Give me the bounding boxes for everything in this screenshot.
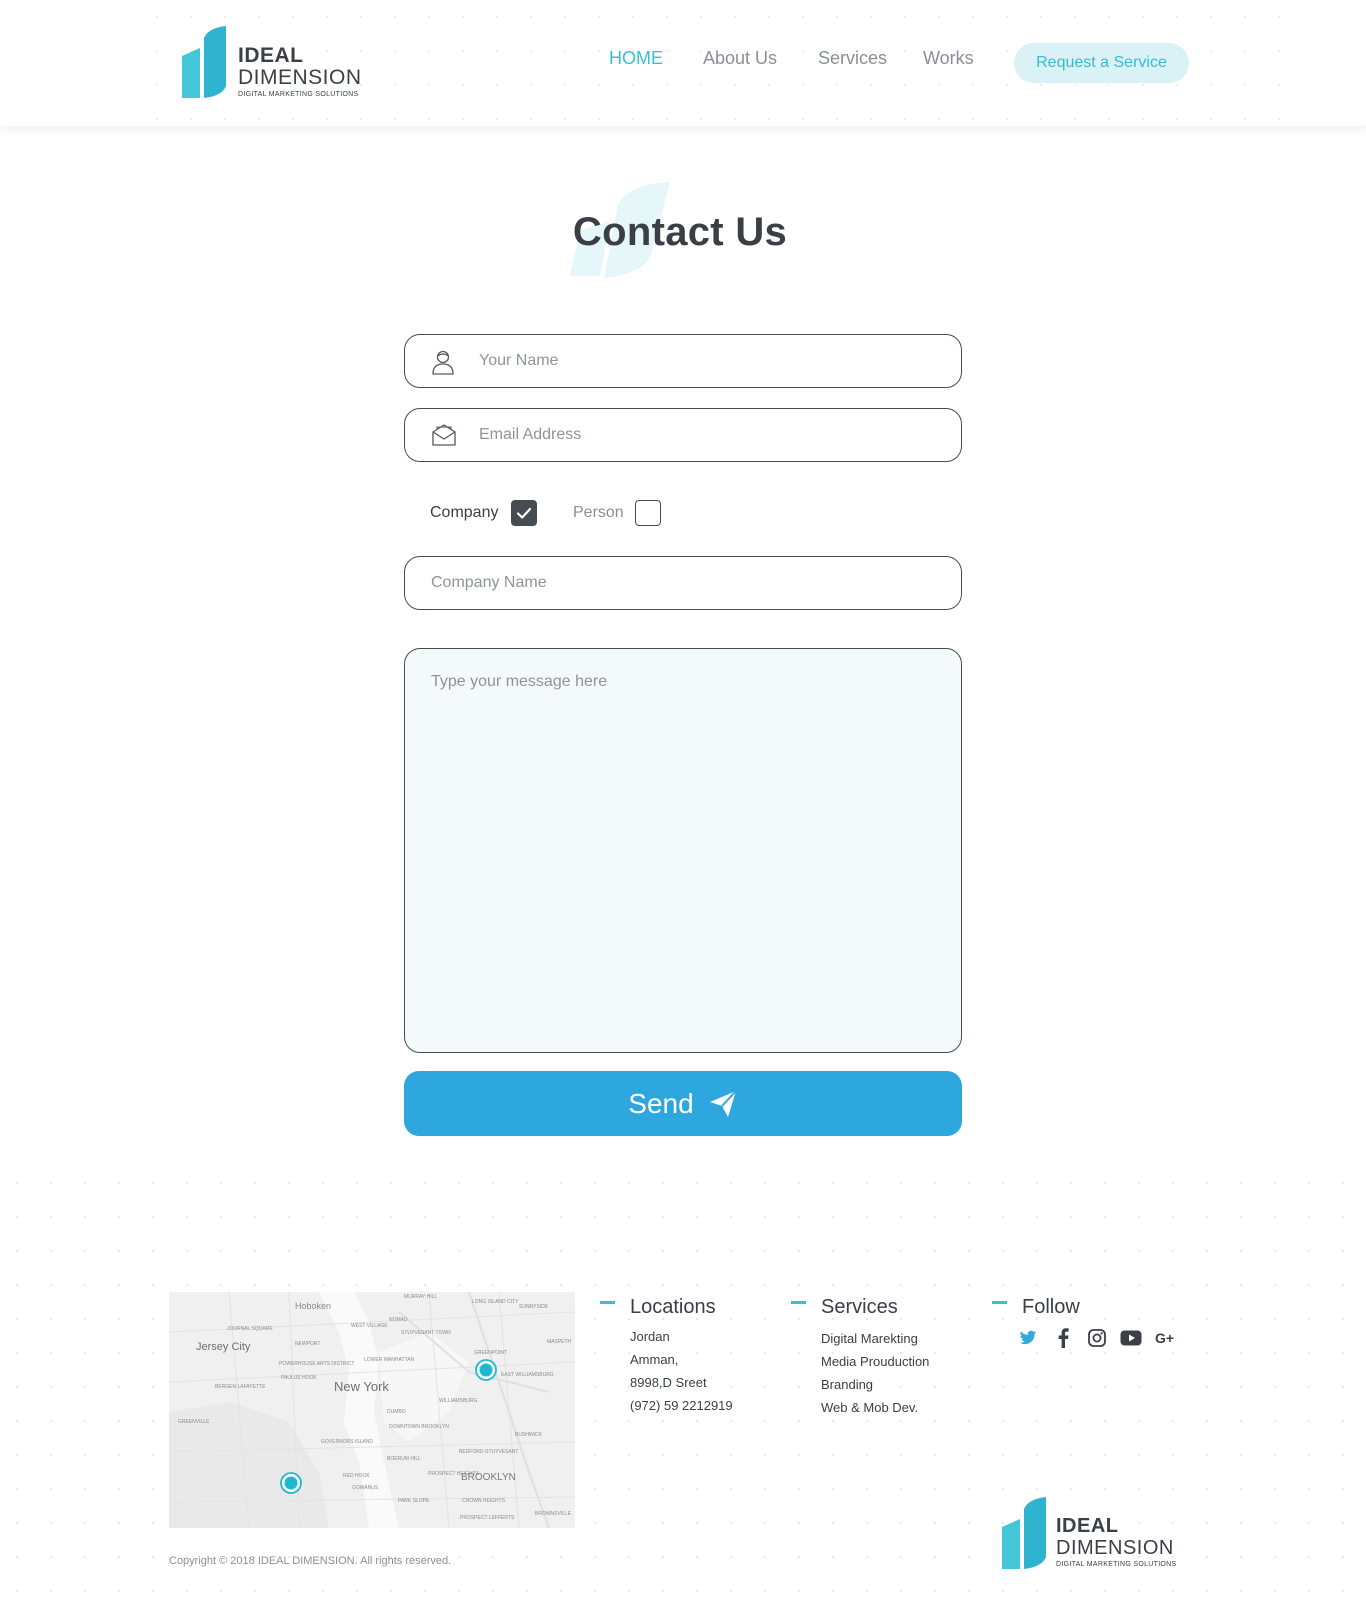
map-label: NOMAD — [389, 1317, 408, 1323]
map-label: SUNNYSIDE — [519, 1304, 549, 1310]
services-heading: Services — [821, 1296, 898, 1318]
email-input[interactable] — [405, 409, 961, 461]
map-label: BUSHWICK — [515, 1432, 542, 1438]
map-label: PAULUS HOOK — [281, 1375, 317, 1381]
company-name-field[interactable] — [404, 556, 962, 610]
twitter-icon[interactable] — [1016, 1326, 1040, 1350]
map-label: BOERUM HILL — [387, 1456, 421, 1462]
person-checkbox[interactable] — [635, 500, 661, 526]
map-label: EAST WILLIAMSBURG — [501, 1372, 554, 1378]
map-pin-icon[interactable] — [474, 1358, 498, 1382]
footer-service-link[interactable]: Web & Mob Dev. — [821, 1400, 918, 1415]
map-label: New York — [334, 1379, 389, 1394]
logo-mark-icon — [182, 26, 226, 98]
company-name-input[interactable] — [405, 557, 961, 609]
map-label: LOWER MANHATTAN — [364, 1357, 415, 1363]
person-option-label: Person — [573, 504, 624, 521]
send-button-label: Send — [628, 1087, 694, 1119]
send-button[interactable]: Send — [404, 1071, 962, 1136]
location-phone: (972) 59 2212919 — [630, 1398, 733, 1413]
map-label: Hoboken — [295, 1301, 332, 1311]
map-label: RED HOOK — [343, 1473, 370, 1479]
name-input[interactable] — [405, 335, 961, 387]
map-label: POWERHOUSE ARTS DISTRICT — [279, 1361, 355, 1367]
map-label: MASPETH — [547, 1339, 572, 1345]
location-line: Amman, — [630, 1352, 679, 1367]
company-checkbox[interactable] — [511, 500, 537, 526]
section-dash — [992, 1301, 1007, 1304]
map-label: GREENVILLE — [178, 1419, 210, 1425]
message-field[interactable] — [404, 648, 962, 1053]
map-label: GOWANUS — [352, 1485, 379, 1491]
footer-logo[interactable]: IDEAL DIMENSION DIGITAL MARKETING SOLUTI… — [998, 1497, 1188, 1571]
google-plus-icon[interactable]: G+ — [1154, 1326, 1178, 1350]
request-service-button[interactable]: Request a Service — [1014, 43, 1189, 83]
map-label: BERGEN LAFAYETTE — [215, 1384, 266, 1390]
site-header: IDEAL DIMENSION DIGITAL MARKETING SOLUTI… — [0, 0, 1366, 126]
logo-name-line2: DIMENSION — [238, 66, 362, 89]
map-label: PROSPECT HEIGHTS — [428, 1471, 480, 1477]
map-pin-icon[interactable] — [279, 1471, 303, 1495]
map-label: STUYVESANT TOWN — [401, 1330, 451, 1336]
map-label: CROWN HEIGHTS — [462, 1498, 506, 1504]
follow-heading: Follow — [1022, 1296, 1080, 1318]
logo-name-line1: IDEAL — [1056, 1515, 1119, 1537]
map-label: LONG ISLAND CITY — [472, 1299, 519, 1305]
footer-service-link[interactable]: Media Prouduction — [821, 1354, 929, 1369]
logo-name-line1: IDEAL — [238, 44, 304, 67]
map-label: WILLIAMSBURG — [439, 1398, 478, 1404]
email-field[interactable] — [404, 408, 962, 462]
map-label: GOVERNORS ISLAND — [321, 1439, 373, 1445]
svg-text:G+: G+ — [1155, 1330, 1174, 1346]
map-label: Jersey City — [196, 1341, 251, 1353]
location-line: Jordan — [630, 1329, 670, 1344]
logo-tagline: DIGITAL MARKETING SOLUTIONS — [238, 91, 359, 98]
logo-mark-icon — [1002, 1497, 1046, 1569]
logo-tagline: DIGITAL MARKETING SOLUTIONS — [1056, 1561, 1177, 1568]
checkmark-icon — [516, 507, 532, 519]
nav-home[interactable]: HOME — [609, 48, 663, 69]
paper-plane-icon — [709, 1089, 737, 1117]
copyright-text: Copyright © 2018 IDEAL DIMENSION. All ri… — [169, 1555, 452, 1567]
location-line: 8998,D Sreet — [630, 1375, 707, 1390]
map-label: JOURNAL SQUARE — [227, 1326, 273, 1332]
company-option-label: Company — [430, 504, 499, 521]
map-label: NEWPORT — [295, 1341, 321, 1347]
footer-service-link[interactable]: Digital Marekting — [821, 1331, 918, 1346]
nav-works[interactable]: Works — [923, 48, 974, 69]
instagram-icon[interactable] — [1085, 1326, 1109, 1350]
locations-heading: Locations — [630, 1296, 716, 1318]
section-dash — [600, 1301, 615, 1304]
contact-title-block: Contact Us — [560, 180, 800, 285]
facebook-icon[interactable] — [1051, 1326, 1075, 1350]
map-label: PARK SLOPE — [398, 1498, 430, 1504]
nav-about-us[interactable]: About Us — [703, 48, 777, 69]
message-input[interactable] — [405, 649, 961, 1052]
nav-services[interactable]: Services — [818, 48, 887, 69]
map-label: DOWNTOWN BROOKLYN — [389, 1424, 449, 1430]
map-label: DUMBO — [387, 1409, 406, 1415]
section-dash — [791, 1301, 806, 1304]
header-logo[interactable]: IDEAL DIMENSION DIGITAL MARKETING SOLUTI… — [178, 26, 368, 102]
map-label: MURRAY HILL — [404, 1294, 438, 1300]
page-title: Contact Us — [572, 210, 788, 254]
map-label: BEDFORD-STUYVESANT — [459, 1449, 519, 1455]
map-label: PROSPECT LEFFERTS — [460, 1515, 515, 1521]
youtube-icon[interactable] — [1119, 1326, 1143, 1350]
name-field[interactable] — [404, 334, 962, 388]
map-label: GREENPOINT — [474, 1350, 508, 1356]
footer-service-link[interactable]: Branding — [821, 1377, 873, 1392]
map-label: WEST VILLAGE — [351, 1323, 388, 1329]
map-label: BROWNSVILLE — [535, 1511, 572, 1517]
location-map[interactable]: Hoboken Jersey City New York BROOKLYN MU… — [169, 1292, 575, 1528]
logo-name-line2: DIMENSION — [1056, 1537, 1174, 1559]
